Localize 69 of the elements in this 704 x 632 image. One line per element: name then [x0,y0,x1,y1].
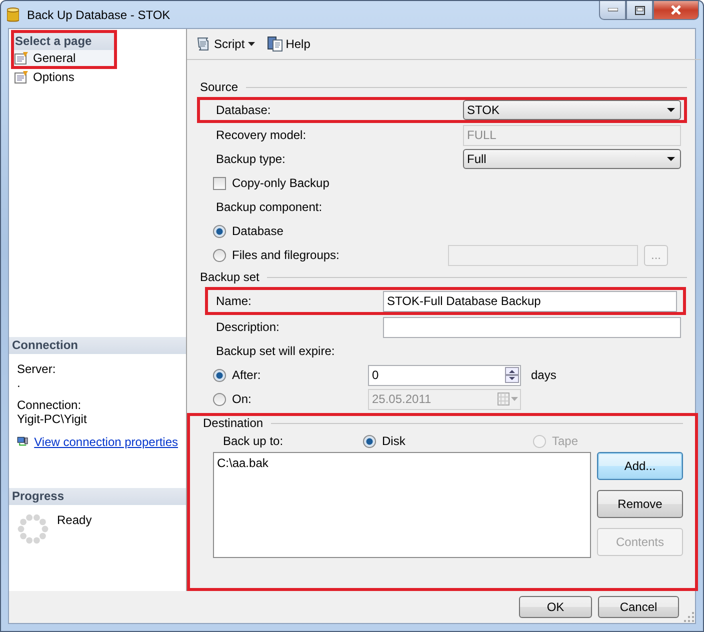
radio-button[interactable] [363,434,376,448]
server-value: . [17,376,22,390]
field-label: Name: [216,294,252,308]
database-dropdown[interactable]: STOK [463,100,681,120]
progress-status: Ready [57,513,92,527]
field-label: Database: [216,103,272,117]
radio-label: Tape [552,434,578,448]
unit-label: days [531,368,556,382]
field-label: Backup component: [216,200,322,214]
resize-grip-icon [684,612,694,622]
radio-button[interactable] [213,248,226,262]
page-item[interactable]: General [14,50,114,66]
group-title: Source [200,80,238,94]
action-button[interactable]: Remove [597,490,683,518]
field-label: Backup type: [216,152,286,166]
days-spin-field[interactable]: 0 [368,364,521,386]
name-field[interactable]: STOK-Full Database Backup [383,290,677,312]
field-label: Backup set will expire: [216,344,335,358]
radio-button[interactable] [213,224,226,238]
description-field[interactable] [383,316,681,338]
calendar-icon [497,392,519,406]
field-label: Description: [216,320,280,334]
maximize-button[interactable] [626,1,653,20]
view-connection-properties-link[interactable]: View connection properties [34,434,178,448]
caret-icon [667,157,675,161]
scroll-icon [195,36,211,52]
radio-label: Disk [382,434,406,448]
database-icon [7,6,19,22]
spin-arrows-icon [505,367,519,383]
field-label: Back up to: [223,434,284,448]
radio-label: Files and filegroups: [232,248,340,262]
checkbox[interactable] [213,176,226,190]
page-item[interactable]: Options [9,69,186,85]
checkbox-label: Copy-only Backup [232,176,330,190]
ok-button[interactable]: OK [519,596,592,618]
destination-list[interactable]: C:\aa.bak [213,452,591,558]
close-button[interactable] [653,1,699,20]
radio-label: On: [232,392,252,406]
page-icon [14,70,30,84]
radio-label: After: [232,368,262,382]
list-item[interactable]: C:\aa.bak [217,456,587,470]
section-header: Progress [9,488,186,505]
group-title: Backup set [200,270,260,284]
group-title: Destination [203,416,264,430]
field-label: Recovery model: [216,128,308,142]
server-label: Server: [17,362,57,376]
caret-icon [248,42,255,46]
document-icon [266,36,283,52]
radio-label: Database [232,224,284,238]
radio-button[interactable] [213,392,226,406]
connection-label: Connection: [17,398,82,412]
section-header: Select a page [14,33,114,50]
filegroups-field[interactable] [448,244,638,266]
caret-icon [667,108,675,112]
connection-value: Yigit-PC\Yigit [17,412,88,426]
help-button[interactable]: Help [264,36,312,52]
minimize-icon [608,8,618,12]
section-header: Connection [9,337,186,354]
page-icon [14,51,30,65]
script-button[interactable]: Script [193,36,257,52]
backup-type-dropdown[interactable]: Full [463,149,681,169]
cancel-button[interactable]: Cancel [598,596,679,618]
window-title: Back Up Database - STOK [27,8,170,22]
maximize-icon [634,6,644,14]
close-icon [670,5,682,15]
action-button[interactable]: Add... [597,452,683,480]
radio-button[interactable] [213,368,226,382]
progress-spinner-icon [17,513,49,545]
minimize-button[interactable] [599,1,626,20]
